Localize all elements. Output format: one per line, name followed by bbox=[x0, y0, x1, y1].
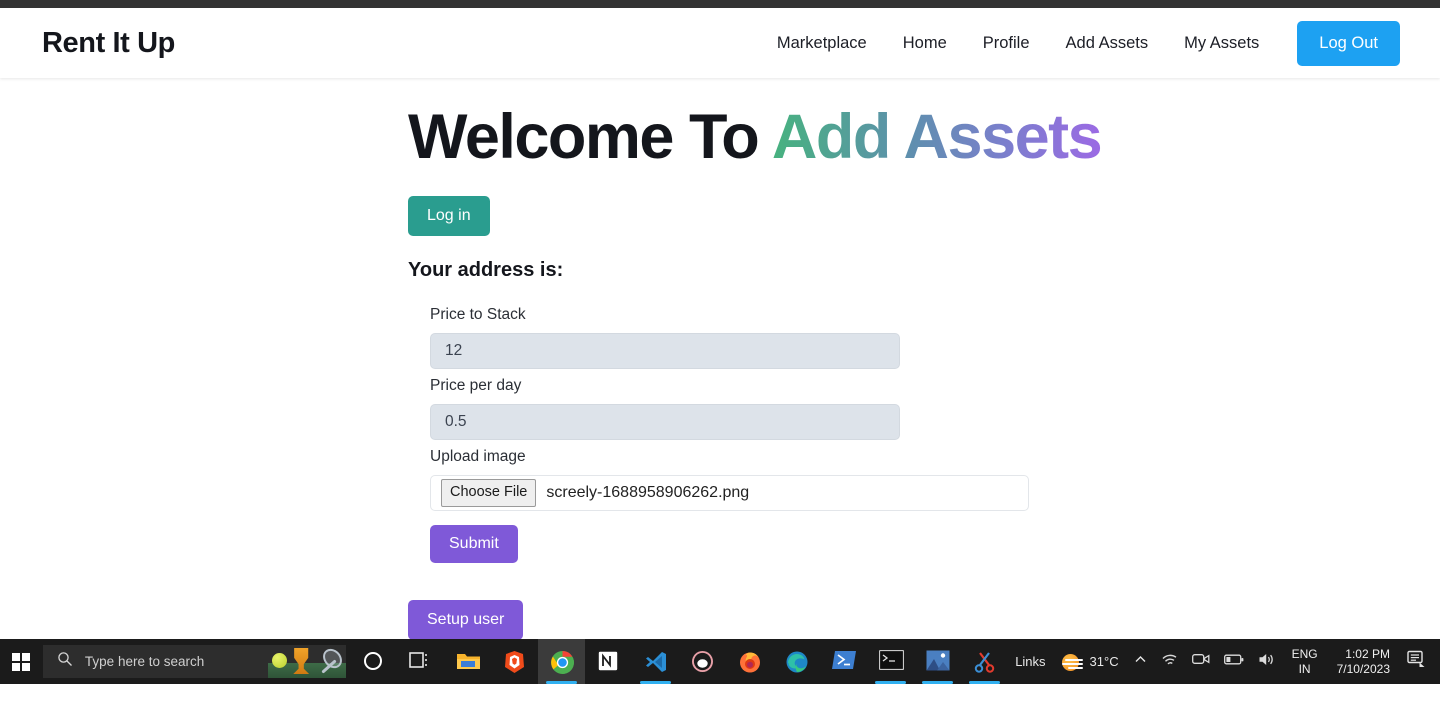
brave-browser-icon bbox=[503, 650, 527, 674]
wifi-icon bbox=[1161, 652, 1178, 671]
language-indicator[interactable]: ENG IN bbox=[1283, 639, 1327, 684]
meet-now-button[interactable] bbox=[1185, 639, 1217, 684]
file-explorer-icon bbox=[456, 650, 480, 674]
photos-icon bbox=[926, 650, 950, 674]
page-title: Welcome To Add Assets bbox=[408, 100, 1440, 174]
battery-status-button[interactable] bbox=[1217, 639, 1251, 684]
taskbar-app-snipping-tool[interactable] bbox=[961, 639, 1008, 684]
app-open-indicator bbox=[969, 681, 1001, 684]
weather-temperature: 31°C bbox=[1089, 654, 1119, 669]
google-chrome-icon bbox=[550, 650, 574, 674]
volume-button[interactable] bbox=[1251, 639, 1283, 684]
show-hidden-icons-button[interactable] bbox=[1127, 639, 1154, 684]
price-per-day-input[interactable] bbox=[430, 404, 900, 441]
add-asset-form: Price to Stack Price per day Upload imag… bbox=[408, 306, 1440, 641]
notification-center-button[interactable] bbox=[1400, 639, 1434, 684]
price-to-stack-field-group: Price to Stack bbox=[430, 306, 1440, 370]
vs-code-icon bbox=[644, 650, 668, 674]
taskbar-app-task-view[interactable] bbox=[397, 639, 444, 684]
taskbar-app-vs-code[interactable] bbox=[632, 639, 679, 684]
battery-icon bbox=[1223, 653, 1244, 671]
nav-link-add-assets[interactable]: Add Assets bbox=[1048, 24, 1167, 63]
snipping-tool-icon bbox=[973, 650, 997, 674]
start-button[interactable] bbox=[0, 639, 43, 684]
windows-logo-icon bbox=[12, 652, 31, 671]
taskbar-app-photos[interactable] bbox=[914, 639, 961, 684]
page-title-accent: Add Assets bbox=[771, 102, 1103, 172]
page-title-prefix: Welcome To bbox=[408, 102, 772, 172]
powershell-icon bbox=[831, 650, 856, 674]
app-open-indicator bbox=[875, 681, 907, 684]
taskbar-app-powershell[interactable] bbox=[820, 639, 867, 684]
opera-gx-icon bbox=[691, 650, 715, 674]
nav-link-profile[interactable]: Profile bbox=[965, 24, 1048, 63]
price-to-stack-label: Price to Stack bbox=[430, 306, 526, 324]
firefox-icon bbox=[738, 650, 762, 674]
cortana-icon bbox=[362, 650, 386, 674]
browser-top-strip bbox=[0, 0, 1440, 8]
taskbar-app-microsoft-edge[interactable] bbox=[773, 639, 820, 684]
microsoft-edge-icon bbox=[785, 650, 809, 674]
upload-image-label: Upload image bbox=[430, 448, 526, 466]
app-open-indicator bbox=[546, 681, 578, 684]
search-placeholder-text: Type here to search bbox=[84, 654, 205, 669]
taskbar-app-opera-gx[interactable] bbox=[679, 639, 726, 684]
log-out-button[interactable]: Log Out bbox=[1297, 20, 1400, 66]
clock-widget[interactable]: 1:02 PM 7/10/2023 bbox=[1327, 639, 1400, 684]
log-in-button[interactable]: Log in bbox=[408, 196, 490, 237]
windows-taskbar: Type here to search Links 31°C ENG IN 1:… bbox=[0, 639, 1440, 684]
file-input-row[interactable]: Choose File screely-1688958906262.png bbox=[430, 475, 1029, 512]
tray-links-toolbar[interactable]: Links bbox=[1008, 639, 1052, 684]
clock-date: 7/10/2023 bbox=[1336, 661, 1390, 676]
choose-file-button[interactable]: Choose File bbox=[441, 479, 537, 508]
weather-widget[interactable]: 31°C bbox=[1053, 639, 1127, 684]
sun-haze-icon bbox=[1061, 652, 1083, 672]
clock-time: 1:02 PM bbox=[1345, 646, 1390, 661]
system-tray: Links 31°C ENG IN 1:02 PM 7/10/2023 bbox=[1008, 639, 1440, 684]
main-content: Welcome To Add Assets Log in Your addres… bbox=[0, 78, 1440, 641]
submit-button[interactable]: Submit bbox=[430, 525, 518, 564]
selected-file-name: screely-1688958906262.png bbox=[546, 484, 750, 502]
price-to-stack-input[interactable] bbox=[430, 333, 900, 370]
upload-image-field-group: Upload image Choose File screely-1688958… bbox=[430, 448, 1440, 512]
language-primary: ENG bbox=[1291, 646, 1318, 661]
taskbar-app-firefox[interactable] bbox=[726, 639, 773, 684]
nav-link-marketplace[interactable]: Marketplace bbox=[759, 24, 885, 63]
price-per-day-label: Price per day bbox=[430, 377, 522, 395]
network-status-button[interactable] bbox=[1154, 639, 1185, 684]
notification-center-icon bbox=[1407, 650, 1427, 673]
links-label: Links bbox=[1015, 654, 1046, 669]
taskbar-app-notion[interactable] bbox=[585, 639, 632, 684]
app-open-indicator bbox=[922, 681, 954, 684]
search-highlight-artwork bbox=[268, 645, 347, 678]
nav-link-my-assets[interactable]: My Assets bbox=[1166, 24, 1277, 63]
terminal-icon bbox=[878, 649, 904, 674]
setup-user-button[interactable]: Setup user bbox=[408, 600, 524, 641]
meet-now-icon bbox=[1191, 652, 1210, 671]
volume-icon bbox=[1258, 652, 1276, 672]
task-view-icon bbox=[408, 650, 433, 674]
taskbar-app-cortana[interactable] bbox=[350, 639, 397, 684]
app-open-indicator bbox=[640, 681, 672, 684]
search-icon bbox=[57, 651, 73, 672]
taskbar-app-brave[interactable] bbox=[491, 639, 538, 684]
taskbar-app-google-chrome[interactable] bbox=[538, 639, 586, 684]
nav-link-home[interactable]: Home bbox=[885, 24, 965, 63]
language-secondary: IN bbox=[1298, 661, 1311, 676]
chevron-up-icon bbox=[1134, 653, 1147, 671]
site-brand[interactable]: Rent It Up bbox=[42, 28, 175, 58]
price-per-day-field-group: Price per day bbox=[430, 377, 1440, 441]
wallet-address-label: Your address is: bbox=[408, 259, 564, 282]
site-navbar: Rent It Up Marketplace Home Profile Add … bbox=[0, 8, 1440, 78]
taskbar-app-file-explorer[interactable] bbox=[444, 639, 491, 684]
taskbar-apps bbox=[350, 639, 1008, 684]
taskbar-search-box[interactable]: Type here to search bbox=[42, 645, 347, 678]
taskbar-app-terminal[interactable] bbox=[867, 639, 914, 684]
nav-links: Marketplace Home Profile Add Assets My A… bbox=[759, 20, 1400, 66]
notion-icon bbox=[596, 649, 621, 674]
web-page: Rent It Up Marketplace Home Profile Add … bbox=[0, 8, 1440, 684]
